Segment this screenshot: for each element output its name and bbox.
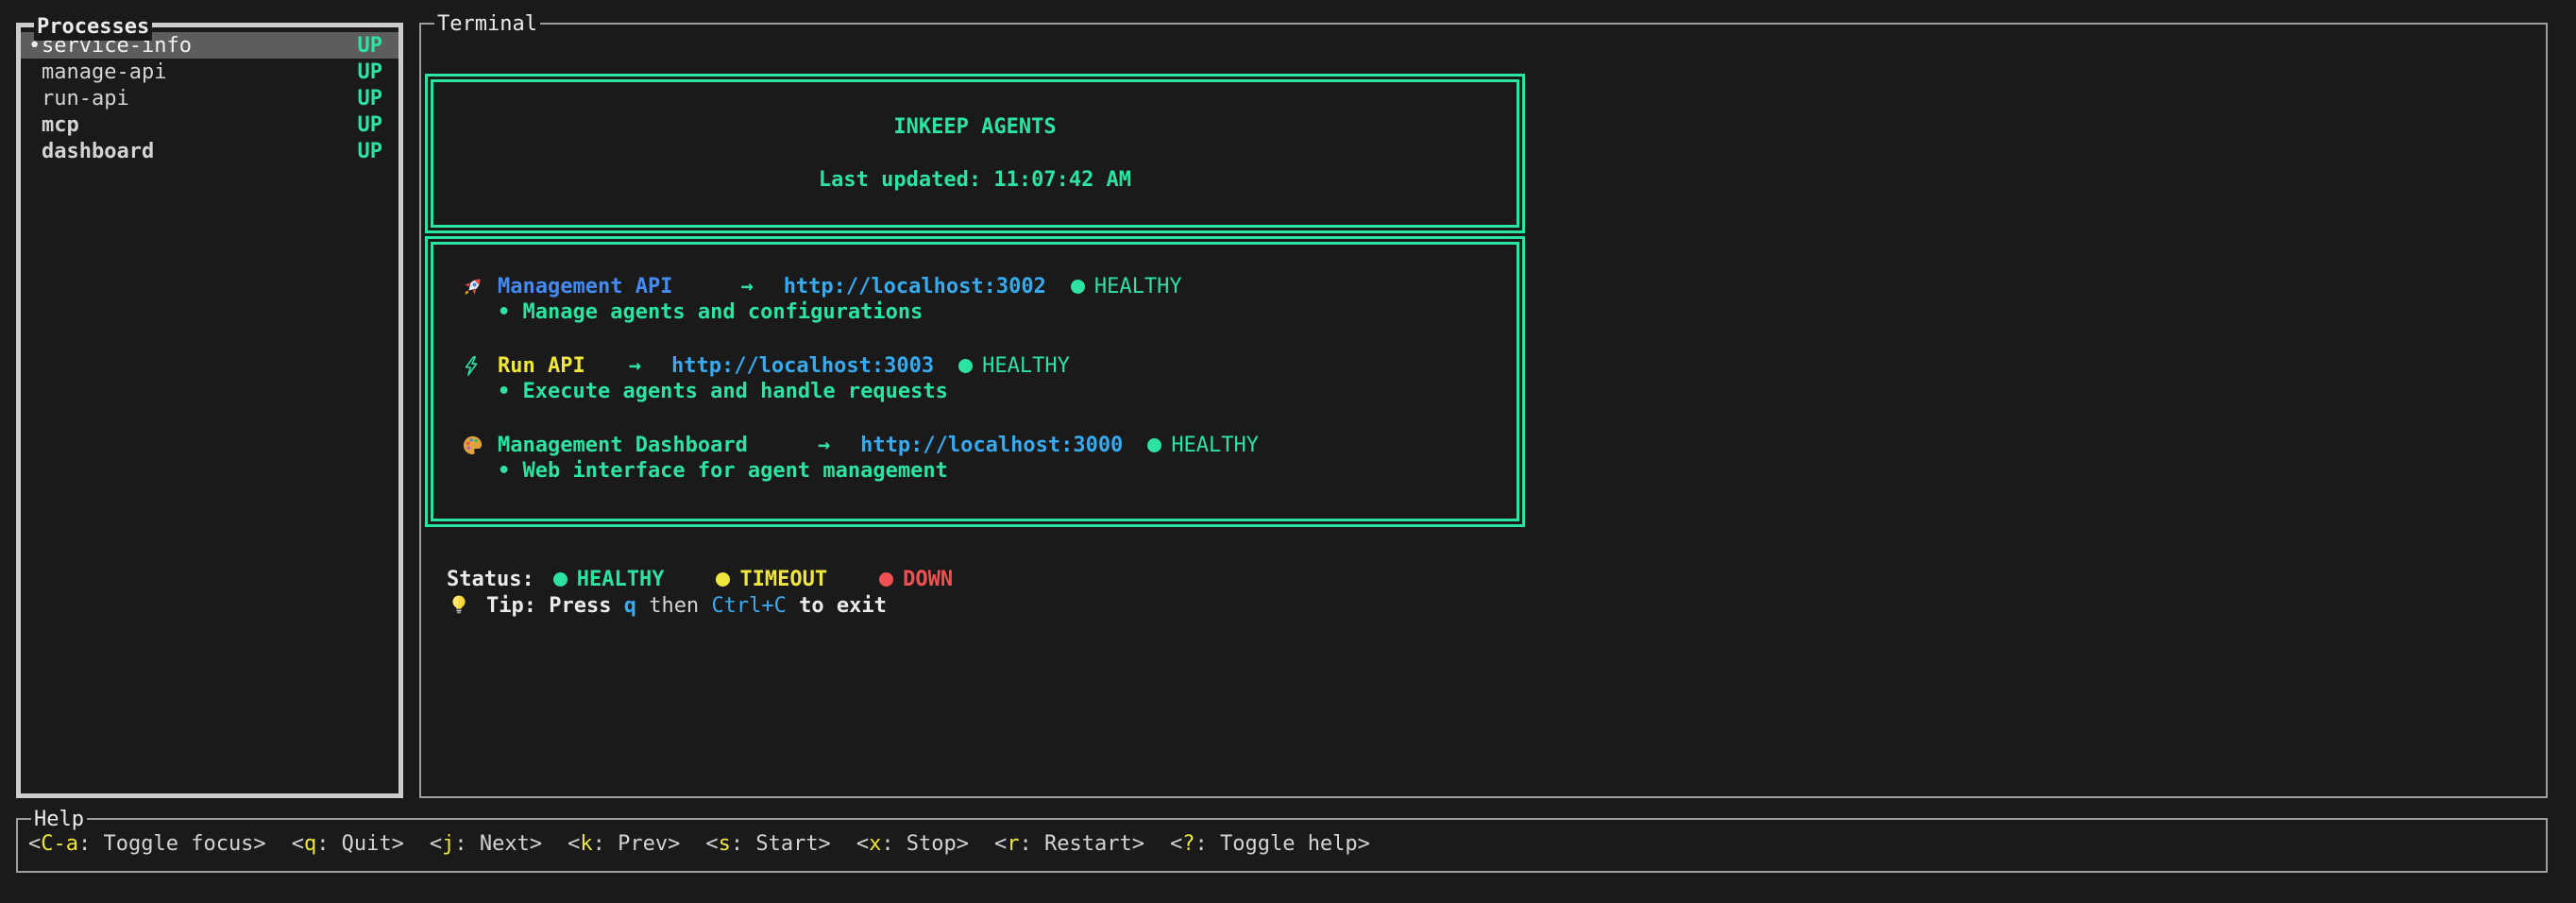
health-dot <box>1147 438 1161 452</box>
tip-segment: Ctrl+C <box>711 594 786 618</box>
arrow-icon: → <box>629 354 641 378</box>
process-name: dashboard <box>42 140 154 163</box>
service-entry-management-api: Management API → http://localhost:3002 HEAL… <box>460 273 1517 326</box>
service-entry-management-dashboard: Management Dashboard → http://localhost:30… <box>460 432 1517 485</box>
processes-panel: Processes •service-infoUP manage-apiUP r… <box>16 23 403 798</box>
help-key: ? <box>1182 832 1195 856</box>
legend-label-text: TIMEOUT <box>739 568 827 591</box>
help-key: q <box>304 832 316 856</box>
service-url[interactable]: http://localhost:3002 <box>784 275 1046 298</box>
tip-segment: to exit <box>787 594 887 618</box>
help-action: : Next> <box>454 832 542 856</box>
process-list: •service-infoUP manage-apiUP run-apiUP m… <box>21 27 398 164</box>
rocket-icon <box>460 273 484 299</box>
help-key: C-a <box>41 832 78 856</box>
process-status-badge: UP <box>358 113 383 137</box>
yellow-dot-icon <box>716 572 730 587</box>
status-legend: Status: HEALTHY TIMEOUT DOWN <box>447 566 1005 592</box>
service-name: Management API <box>498 275 672 298</box>
process-row-mcp[interactable]: mcp UP <box>21 111 398 138</box>
palette-icon <box>460 432 484 458</box>
legend-entry-down: DOWN <box>879 568 953 591</box>
service-entry-run-api: Run API → http://localhost:3003 HEALTHY• Ex… <box>460 352 1517 405</box>
help-action: : Quit> <box>316 832 404 856</box>
process-status-badge: UP <box>358 140 383 163</box>
selection-bullet <box>28 87 42 111</box>
processes-panel-title: Processes <box>34 14 152 41</box>
help-key: k <box>580 832 592 856</box>
last-updated-text: Last updated: 11:07:42 AM <box>819 167 1131 194</box>
service-url[interactable]: http://localhost:3003 <box>671 354 934 378</box>
agents-banner-title: INKEEP AGENTS <box>893 114 1056 141</box>
process-row-run-api[interactable]: run-api UP <box>21 85 398 111</box>
arrow-icon: → <box>818 434 830 457</box>
tip-segment: Tip: Press <box>486 594 624 618</box>
help-panel-title: Help <box>31 807 87 833</box>
help-action: : Start> <box>731 832 831 856</box>
help-key: j <box>442 832 454 856</box>
services-box: Management API → http://localhost:3002 HEAL… <box>425 236 1525 527</box>
process-name: mcp <box>42 113 79 137</box>
selection-bullet <box>28 140 42 163</box>
process-status-badge: UP <box>358 60 383 84</box>
arrow-icon: → <box>740 275 753 298</box>
help-action: : Restart> <box>1020 832 1144 856</box>
tip-line: Tip: Press q then Ctrl+C to exit <box>447 592 887 619</box>
help-action: : Stop> <box>881 832 969 856</box>
service-name: Run API <box>498 354 585 378</box>
process-status-badge: UP <box>358 87 383 111</box>
process-status-badge: UP <box>358 34 383 58</box>
green-dot-icon <box>553 572 568 587</box>
legend-entry-healthy: HEALTHY <box>553 568 665 591</box>
help-item-stop: <x: Stop> <box>856 832 969 856</box>
selection-bullet <box>28 60 42 84</box>
legend-entry-timeout: TIMEOUT <box>716 568 827 591</box>
terminal-panel: Terminal INKEEP AGENTS Last updated: 11:… <box>419 23 2548 798</box>
service-row: Run API → http://localhost:3003 HEALTHY <box>460 352 1517 379</box>
service-name: Management Dashboard <box>498 434 748 457</box>
help-item-next: <j: Next> <box>430 832 542 856</box>
help-key: x <box>869 832 881 856</box>
service-description: • Web interface for agent management <box>460 458 1517 485</box>
legend-label-text: DOWN <box>903 568 953 591</box>
tip-segment: then <box>636 594 711 618</box>
tip-segment: q <box>624 594 636 618</box>
help-item-restart: <r: Restart> <box>994 832 1144 856</box>
process-name: run-api <box>42 87 129 111</box>
help-panel: Help <C-a: Toggle focus><q: Quit><j: Nex… <box>16 818 2548 873</box>
help-item-quit: <q: Quit> <box>292 832 404 856</box>
red-dot-icon <box>879 572 893 587</box>
status-legend-label: Status: <box>447 568 534 591</box>
service-status: HEALTHY <box>1094 275 1182 298</box>
process-row-dashboard[interactable]: dashboard UP <box>21 138 398 164</box>
help-key: s <box>719 832 731 856</box>
process-name: manage-api <box>42 60 166 84</box>
help-item-start: <s: Start> <box>705 832 830 856</box>
help-action: : Toggle focus> <box>78 832 266 856</box>
legend-label-text: HEALTHY <box>577 568 665 591</box>
service-url[interactable]: http://localhost:3000 <box>860 434 1123 457</box>
help-item-toggle-focus: <C-a: Toggle focus> <box>28 832 266 856</box>
help-items: <C-a: Toggle focus> <q: Quit> <j: Next> <k:… <box>18 820 2546 856</box>
terminal-panel-title: Terminal <box>434 11 540 38</box>
bulb-icon <box>447 592 471 619</box>
health-dot <box>958 359 973 373</box>
service-description: • Execute agents and handle requests <box>460 379 1517 405</box>
service-status: HEALTHY <box>1171 434 1259 457</box>
help-item-toggle-help: <?: Toggle help> <box>1170 832 1370 856</box>
help-action: : Prev> <box>593 832 681 856</box>
app-root: Processes •service-infoUP manage-apiUP r… <box>0 0 2576 903</box>
service-row: Management API → http://localhost:3002 HEAL… <box>460 273 1517 299</box>
help-item-prev: <k: Prev> <box>568 832 680 856</box>
service-status: HEALTHY <box>982 354 1070 378</box>
help-key: r <box>1007 832 1019 856</box>
help-action: : Toggle help> <box>1195 832 1369 856</box>
service-row: Management Dashboard → http://localhost:30… <box>460 432 1517 458</box>
process-row-manage-api[interactable]: manage-api UP <box>21 59 398 85</box>
selection-bullet <box>28 113 42 137</box>
agents-header-box: INKEEP AGENTS Last updated: 11:07:42 AM <box>425 74 1525 233</box>
lightning-icon <box>460 352 484 379</box>
health-dot <box>1071 280 1085 294</box>
service-description: • Manage agents and configurations <box>460 299 1517 326</box>
